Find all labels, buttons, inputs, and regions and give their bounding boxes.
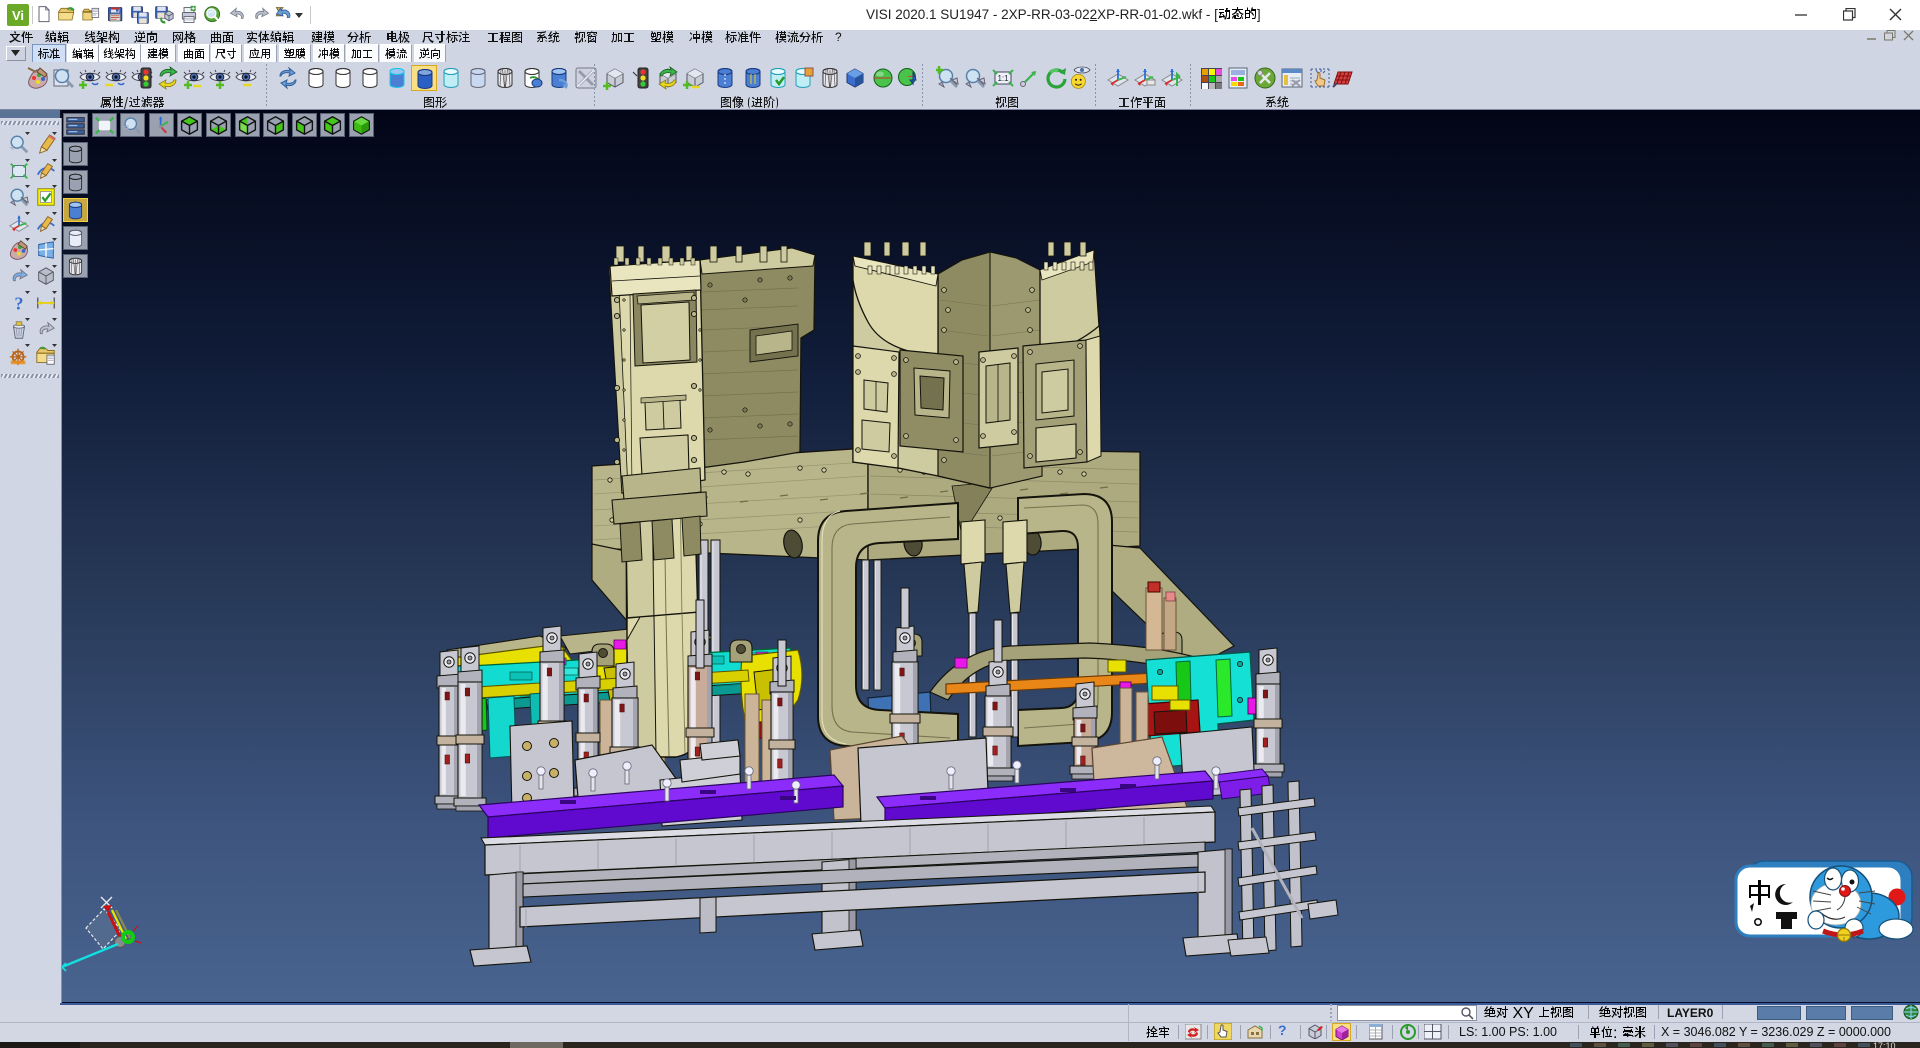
svg-text:?: ?: [14, 293, 23, 313]
svg-text:1:1: 1:1: [997, 74, 1009, 83]
svg-text:Vi: Vi: [12, 8, 24, 23]
